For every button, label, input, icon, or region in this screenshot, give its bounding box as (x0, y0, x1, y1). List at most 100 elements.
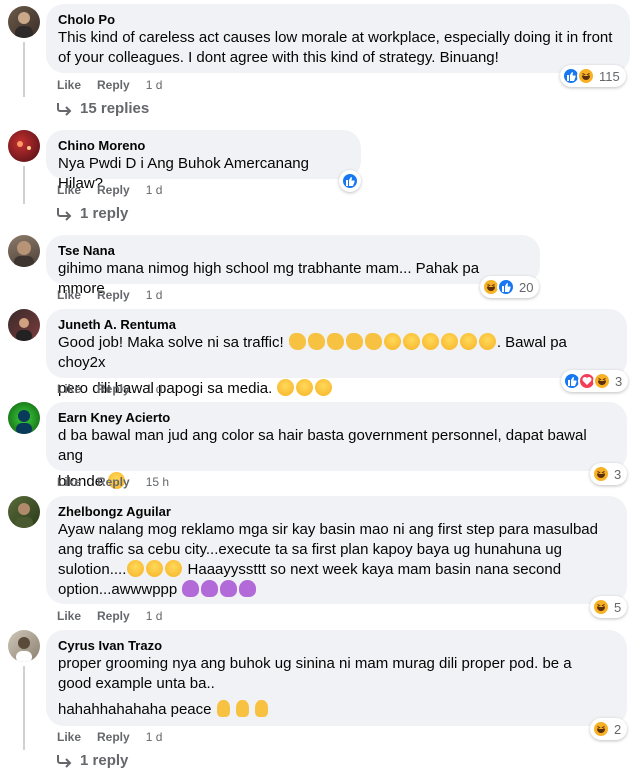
comment-bubble: Juneth A. Rentuma Good job! Maka solve n… (46, 309, 627, 397)
reply-arrow-icon (57, 103, 72, 116)
like-button[interactable]: Like (57, 381, 81, 397)
comment-text: sulotion.... Haaayyssttt so next week ka… (58, 560, 615, 580)
comment-author[interactable]: Juneth A. Rentuma (58, 317, 615, 333)
comment-timestamp[interactable]: 1 d (146, 608, 163, 624)
comment-author[interactable]: Cyrus Ivan Trazo (58, 638, 615, 654)
reply-button[interactable]: Reply (97, 182, 130, 198)
like-icon (341, 172, 359, 190)
reaction-summary[interactable] (339, 170, 361, 192)
like-button[interactable]: Like (57, 729, 81, 745)
comment-text: This kind of careless act causes low mor… (58, 29, 613, 66)
like-button[interactable]: Like (57, 77, 81, 93)
comment-author[interactable]: Zhelbongz Aguilar (58, 504, 615, 520)
comment-actions: Like Reply 1 d (57, 77, 178, 93)
view-replies-link[interactable]: 1 reply (56, 751, 128, 771)
comment-bubble: Cyrus Ivan Trazo proper grooming nya ang… (46, 630, 627, 726)
reply-arrow-icon (57, 755, 72, 768)
reaction-summary[interactable]: 2 (590, 718, 628, 740)
comment-bubble: Earn Kney Acierto d ba bawal man jud ang… (46, 402, 627, 490)
comment-author[interactable]: Tse Nana (58, 243, 528, 259)
reply-button[interactable]: Reply (97, 608, 130, 624)
avatar[interactable] (8, 6, 40, 38)
comment-text: hahahhahahaha peace (58, 700, 615, 720)
like-button[interactable]: Like (57, 474, 81, 490)
reply-button[interactable]: Reply (97, 474, 130, 490)
comment-text-part: option...awwwppp (58, 581, 178, 598)
comment-timestamp[interactable]: 1 d (146, 287, 163, 303)
like-icon (497, 278, 515, 296)
replies-count: 1 reply (80, 752, 129, 769)
reaction-count: 5 (614, 599, 622, 615)
reaction-summary[interactable]: 5 (590, 596, 628, 618)
reaction-summary[interactable]: 20 (480, 276, 540, 298)
avatar[interactable] (8, 235, 40, 267)
comment-text-part: sulotion.... (58, 561, 127, 578)
peace-sign-emoji-icon (216, 700, 269, 718)
reaction-count: 115 (599, 68, 620, 84)
comment-text: d ba bawal man jud ang color sa hair bas… (58, 427, 587, 464)
comment-timestamp[interactable]: 1 d (146, 77, 163, 93)
like-button[interactable]: Like (57, 608, 81, 624)
like-button[interactable]: Like (57, 287, 81, 303)
comment-bubble: Chino Moreno Nya Pwdi D i Ang Buhok Amer… (46, 130, 361, 192)
view-replies-link[interactable]: 1 reply (56, 204, 128, 224)
reaction-count: 2 (614, 721, 622, 737)
view-replies-link[interactable]: 15 replies (56, 99, 149, 119)
reaction-count: 20 (519, 279, 534, 295)
thread-line (23, 666, 25, 750)
comment-bubble: Cholo Po This kind of careless act cause… (46, 4, 630, 73)
comment-actions: Like Reply 1 d (57, 182, 178, 198)
reply-button[interactable]: Reply (97, 287, 130, 303)
avatar[interactable] (8, 130, 40, 162)
comment-text: Ayaw nalang mog reklamo mga sir kay basi… (58, 521, 598, 538)
comment-bubble: Tse Nana gihimo mana nimog high school m… (46, 235, 540, 297)
comment-timestamp[interactable]: 15 h (146, 474, 169, 490)
thread-line (23, 166, 25, 204)
sad-emoji-icon (126, 560, 183, 578)
comment-text: option...awwwppp (58, 580, 615, 600)
comment-text-part: Haaayyssttt so next week kaya mam basin … (183, 561, 562, 578)
laugh-emoji-icon (383, 333, 497, 351)
reaction-summary[interactable]: 3 (561, 370, 629, 392)
reply-button[interactable]: Reply (97, 729, 130, 745)
comment-actions: Like Reply 1 d (57, 608, 178, 624)
comment-text: proper grooming nya ang buhok ug sinina … (58, 655, 572, 672)
comment-actions: Like Reply 1 d (57, 381, 178, 397)
avatar[interactable] (8, 402, 40, 434)
haha-icon (592, 720, 610, 738)
comment-actions: Like Reply 1 d (57, 729, 178, 745)
comment-text: Good job! Maka solve ni sa traffic! . Ba… (58, 333, 615, 373)
reaction-count: 3 (615, 373, 623, 389)
haha-icon (592, 465, 610, 483)
comment-text-part: hahahhahahaha peace (58, 701, 212, 718)
clap-emoji-icon (288, 333, 383, 351)
avatar[interactable] (8, 496, 40, 528)
woman-shrug-emoji-icon (181, 580, 257, 598)
comment-actions: Like Reply 1 d (57, 287, 178, 303)
like-button[interactable]: Like (57, 182, 81, 198)
comment-timestamp[interactable]: 1 d (146, 729, 163, 745)
comment-author[interactable]: Earn Kney Acierto (58, 410, 615, 426)
comment-actions: Like Reply 15 h (57, 474, 185, 490)
reaction-summary[interactable]: 115 (560, 65, 626, 87)
comment-text-part: Good job! Maka solve ni sa traffic! (58, 334, 284, 351)
avatar[interactable] (8, 309, 40, 341)
thread-line (23, 42, 25, 97)
avatar[interactable] (8, 630, 40, 662)
replies-count: 15 replies (80, 100, 150, 117)
comment-timestamp[interactable]: 1 d (146, 381, 163, 397)
laugh-emoji-icon (276, 379, 333, 397)
reply-arrow-icon (57, 208, 72, 221)
comment-author[interactable]: Chino Moreno (58, 138, 349, 154)
reaction-count: 3 (614, 466, 622, 482)
haha-icon (592, 598, 610, 616)
comment-bubble: Zhelbongz Aguilar Ayaw nalang mog reklam… (46, 496, 627, 604)
reply-button[interactable]: Reply (97, 381, 130, 397)
comment-author[interactable]: Cholo Po (58, 12, 618, 28)
replies-count: 1 reply (80, 205, 129, 222)
reaction-summary[interactable]: 3 (590, 463, 628, 485)
haha-icon (593, 372, 611, 390)
haha-icon (577, 67, 595, 85)
reply-button[interactable]: Reply (97, 77, 130, 93)
comment-timestamp[interactable]: 1 d (146, 182, 163, 198)
